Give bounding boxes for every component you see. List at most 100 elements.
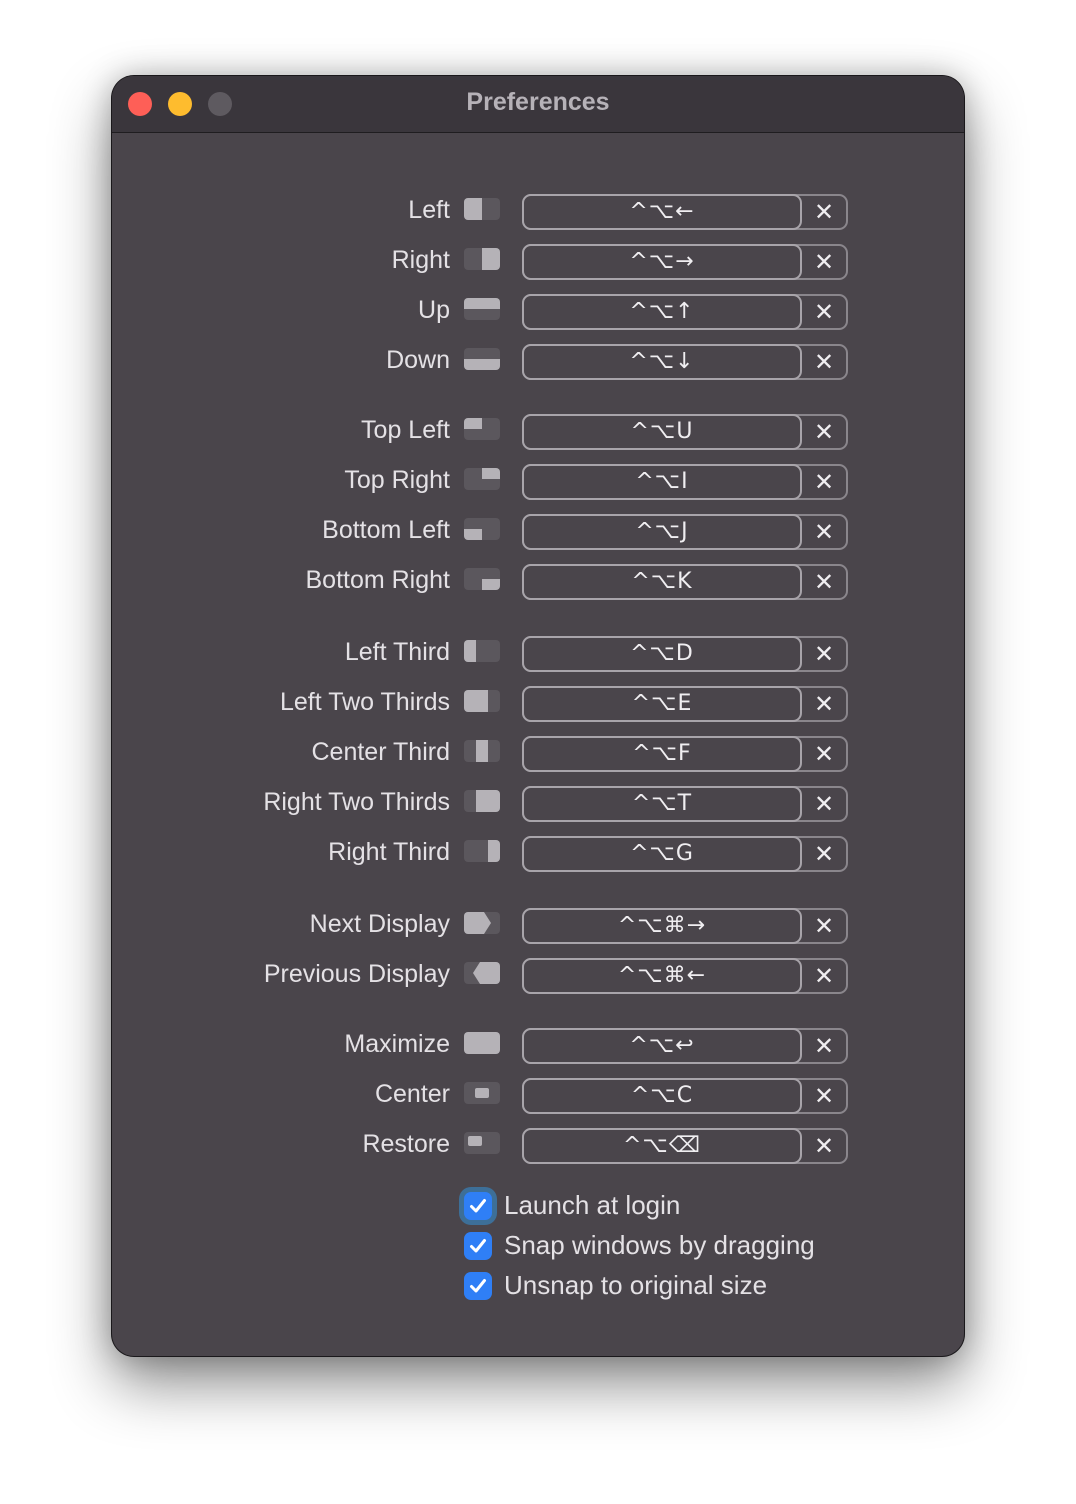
snap-bottom-left-quarter-icon xyxy=(464,518,500,540)
shortcut-field[interactable]: ^⌥↓ xyxy=(522,344,802,380)
shortcut-label: Bottom Left xyxy=(322,516,450,544)
snap-center-third-icon xyxy=(464,740,500,762)
clear-shortcut-button[interactable]: ✕ xyxy=(806,1130,842,1162)
shortcut-label: Restore xyxy=(362,1130,450,1158)
center-window-icon xyxy=(464,1082,500,1104)
shortcut-recorder: ^⌥⌘→ ✕ xyxy=(522,908,848,944)
shortcut-field[interactable]: ^⌥E xyxy=(522,686,802,722)
snap-top-right-quarter-icon xyxy=(464,468,500,490)
shortcut-recorder: ^⌥K ✕ xyxy=(522,564,848,600)
clear-shortcut-button[interactable]: ✕ xyxy=(806,638,842,670)
snap-right-half-icon xyxy=(464,248,500,270)
checkmark-icon xyxy=(470,1279,486,1293)
shortcut-field[interactable]: ^⌥→ xyxy=(522,244,802,280)
shortcut-field[interactable]: ^⌥J xyxy=(522,514,802,550)
clear-shortcut-button[interactable]: ✕ xyxy=(806,788,842,820)
shortcut-label: Right Third xyxy=(328,838,450,866)
restore-window-icon xyxy=(464,1132,500,1154)
shortcut-field[interactable]: ^⌥K xyxy=(522,564,802,600)
shortcut-row: Previous Display ^⌥⌘← ✕ xyxy=(112,958,964,994)
shortcut-field[interactable]: ^⌥⌘→ xyxy=(522,908,802,944)
shortcut-field[interactable]: ^⌥↩ xyxy=(522,1028,802,1064)
maximize-icon xyxy=(464,1032,500,1054)
clear-shortcut-button[interactable]: ✕ xyxy=(806,246,842,278)
clear-shortcut-button[interactable]: ✕ xyxy=(806,1030,842,1062)
clear-shortcut-button[interactable]: ✕ xyxy=(806,910,842,942)
shortcut-label: Center xyxy=(374,1080,450,1108)
shortcut-field[interactable]: ^⌥← xyxy=(522,194,802,230)
checkmark-icon xyxy=(470,1199,486,1213)
checkmark-icon xyxy=(470,1239,486,1253)
close-icon: ✕ xyxy=(813,418,835,446)
checkbox[interactable] xyxy=(464,1272,492,1300)
shortcut-recorder: ^⌥→ ✕ xyxy=(522,244,848,280)
clear-shortcut-button[interactable]: ✕ xyxy=(806,466,842,498)
clear-shortcut-button[interactable]: ✕ xyxy=(806,838,842,870)
shortcut-row: Left Two Thirds ^⌥E ✕ xyxy=(112,686,964,722)
shortcut-field[interactable]: ^⌥G xyxy=(522,836,802,872)
shortcut-row: Top Right ^⌥I ✕ xyxy=(112,464,964,500)
shortcut-row: Restore ^⌥⌫ ✕ xyxy=(112,1128,964,1164)
shortcut-label: Up xyxy=(418,296,450,324)
shortcut-field[interactable]: ^⌥↑ xyxy=(522,294,802,330)
close-icon: ✕ xyxy=(813,1032,835,1060)
clear-shortcut-button[interactable]: ✕ xyxy=(806,960,842,992)
shortcut-field[interactable]: ^⌥⌘← xyxy=(522,958,802,994)
shortcut-row: Left Third ^⌥D ✕ xyxy=(112,636,964,672)
close-icon: ✕ xyxy=(813,1132,835,1160)
shortcut-field[interactable]: ^⌥C xyxy=(522,1078,802,1114)
snap-top-left-quarter-icon xyxy=(464,418,500,440)
shortcut-row: Bottom Right ^⌥K ✕ xyxy=(112,564,964,600)
shortcut-field[interactable]: ^⌥U xyxy=(522,414,802,450)
shortcut-field[interactable]: ^⌥⌫ xyxy=(522,1128,802,1164)
close-icon: ✕ xyxy=(813,690,835,718)
shortcut-label: Left Third xyxy=(344,638,450,666)
snap-top-half-icon xyxy=(464,298,500,320)
close-icon: ✕ xyxy=(813,518,835,546)
clear-shortcut-button[interactable]: ✕ xyxy=(806,566,842,598)
shortcut-field[interactable]: ^⌥T xyxy=(522,786,802,822)
shortcut-recorder: ^⌥↓ ✕ xyxy=(522,344,848,380)
snap-left-two-thirds-icon xyxy=(464,690,500,712)
checkbox[interactable] xyxy=(464,1192,492,1220)
shortcut-row: Next Display ^⌥⌘→ ✕ xyxy=(112,908,964,944)
close-icon: ✕ xyxy=(813,640,835,668)
shortcut-recorder: ^⌥T ✕ xyxy=(522,786,848,822)
shortcut-recorder: ^⌥← ✕ xyxy=(522,194,848,230)
shortcut-recorder: ^⌥G ✕ xyxy=(522,836,848,872)
clear-shortcut-button[interactable]: ✕ xyxy=(806,416,842,448)
close-icon: ✕ xyxy=(813,740,835,768)
clear-shortcut-button[interactable]: ✕ xyxy=(806,516,842,548)
clear-shortcut-button[interactable]: ✕ xyxy=(806,296,842,328)
clear-shortcut-button[interactable]: ✕ xyxy=(806,738,842,770)
snap-bottom-right-quarter-icon xyxy=(464,568,500,590)
shortcut-field[interactable]: ^⌥I xyxy=(522,464,802,500)
close-icon: ✕ xyxy=(813,248,835,276)
shortcut-row: Right Third ^⌥G ✕ xyxy=(112,836,964,872)
window-title: Preferences xyxy=(466,88,610,116)
shortcut-row: Right Two Thirds ^⌥T ✕ xyxy=(112,786,964,822)
close-icon: ✕ xyxy=(813,840,835,868)
shortcut-recorder: ^⌥U ✕ xyxy=(522,414,848,450)
preferences-window: Preferences Left ^⌥← ✕ Right ^⌥→ ✕ Up ^⌥… xyxy=(112,76,964,1356)
clear-shortcut-button[interactable]: ✕ xyxy=(806,1080,842,1112)
next-display-icon xyxy=(464,912,500,934)
shortcut-label: Right Two Thirds xyxy=(263,788,450,816)
shortcut-recorder: ^⌥E ✕ xyxy=(522,686,848,722)
close-icon: ✕ xyxy=(813,298,835,326)
clear-shortcut-button[interactable]: ✕ xyxy=(806,688,842,720)
shortcut-row: Center ^⌥C ✕ xyxy=(112,1078,964,1114)
shortcut-row: Maximize ^⌥↩ ✕ xyxy=(112,1028,964,1064)
titlebar: Preferences xyxy=(112,76,964,133)
shortcut-field[interactable]: ^⌥D xyxy=(522,636,802,672)
clear-shortcut-button[interactable]: ✕ xyxy=(806,346,842,378)
shortcut-row: Up ^⌥↑ ✕ xyxy=(112,294,964,330)
checkbox[interactable] xyxy=(464,1232,492,1260)
previous-display-icon xyxy=(464,962,500,984)
shortcut-field[interactable]: ^⌥F xyxy=(522,736,802,772)
shortcut-recorder: ^⌥C ✕ xyxy=(522,1078,848,1114)
snap-left-third-icon xyxy=(464,640,500,662)
clear-shortcut-button[interactable]: ✕ xyxy=(806,196,842,228)
shortcut-recorder: ^⌥J ✕ xyxy=(522,514,848,550)
close-icon: ✕ xyxy=(813,790,835,818)
